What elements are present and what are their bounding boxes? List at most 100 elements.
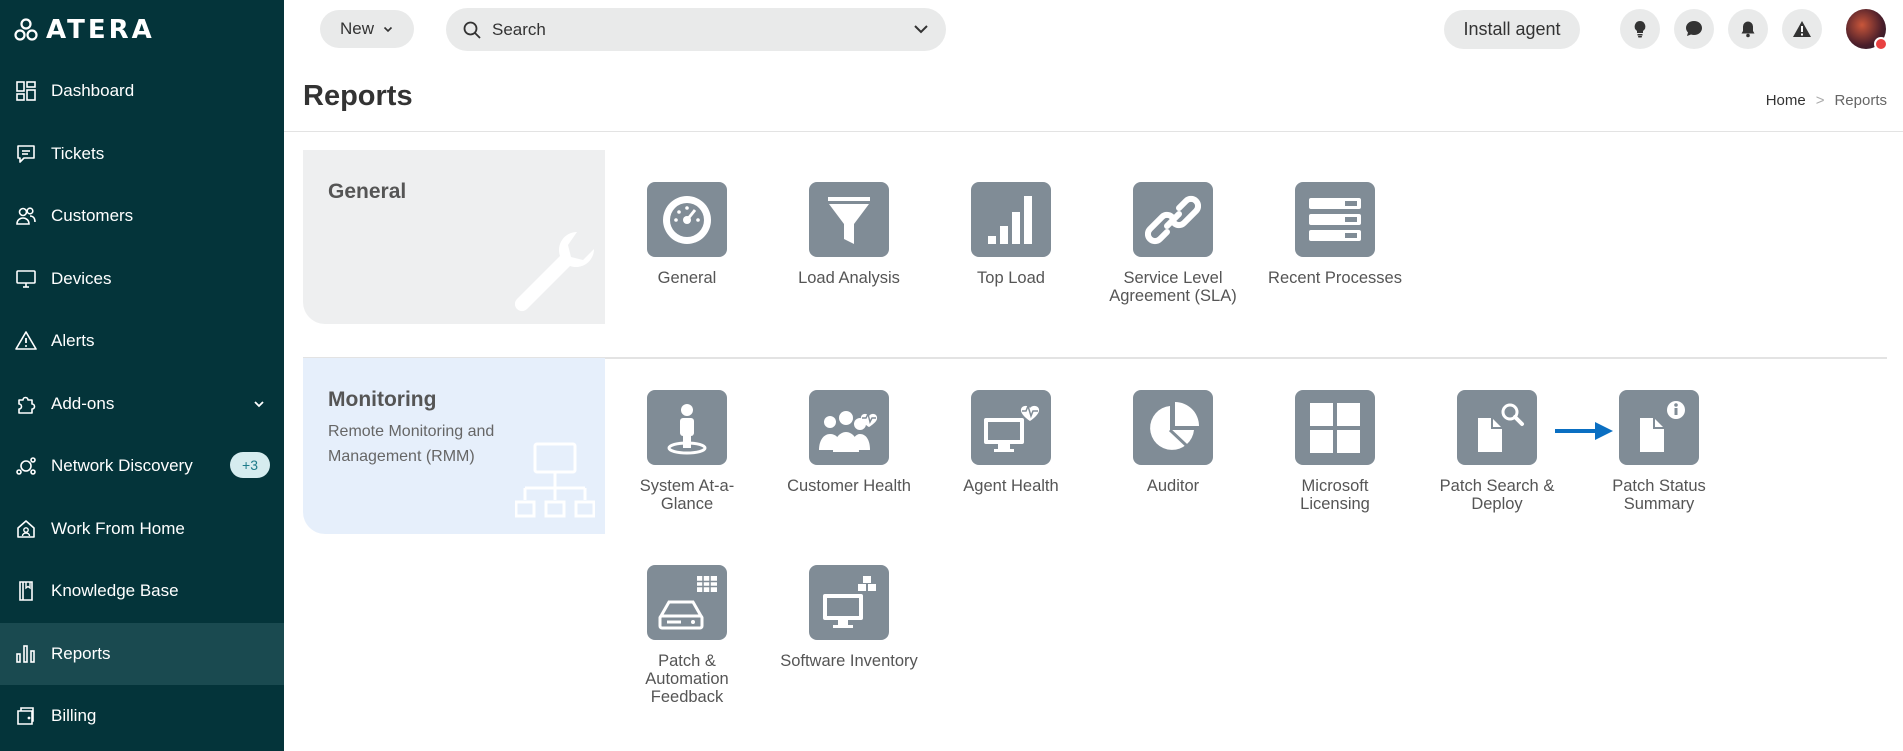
bell-icon	[1741, 21, 1755, 38]
report-microsoft-licensing[interactable]: Microsoft Licensing	[1265, 390, 1405, 513]
lightbulb-icon	[1634, 21, 1646, 38]
new-button-label: New	[339, 19, 374, 38]
report-tile	[1619, 390, 1699, 465]
sidebar-item-label: Tickets	[51, 143, 105, 163]
sidebar-item-label: Alerts	[51, 331, 95, 351]
install-agent-button[interactable]: Install agent	[1444, 10, 1580, 49]
report-sla[interactable]: Service Level Agreement (SLA)	[1103, 182, 1243, 305]
section-card-monitoring: Monitoring Remote Monitoring and Managem…	[303, 358, 605, 534]
report-label: Service Level Agreement (SLA)	[1109, 269, 1237, 305]
report-label: System At-a-Glance	[639, 477, 735, 513]
lightbulb-button[interactable]	[1620, 9, 1660, 49]
search-bar[interactable]	[446, 8, 946, 51]
filter-icon	[828, 196, 870, 244]
sidebar: ATERA Dashboard Tickets Customers Device…	[0, 0, 284, 751]
report-customer-health[interactable]: Customer Health	[779, 390, 919, 495]
server-list-icon	[1309, 197, 1361, 241]
sidebar-item-dashboard[interactable]: Dashboard	[0, 60, 284, 123]
bar-chart-icon	[988, 195, 1032, 244]
group-heart-icon	[819, 410, 878, 452]
sidebar-item-work-from-home[interactable]: Work From Home	[0, 498, 284, 561]
atera-logo-icon	[14, 18, 38, 41]
report-auditor[interactable]: Auditor	[1103, 390, 1243, 495]
arrow-right-icon	[1555, 422, 1613, 440]
atera-logo[interactable]: ATERA	[14, 15, 155, 45]
sidebar-item-label: Network Discovery	[51, 456, 193, 476]
report-label: Recent Processes	[1268, 269, 1402, 287]
breadcrumb-home[interactable]: Home	[1766, 92, 1806, 109]
search-input[interactable]	[492, 19, 892, 40]
home-icon	[15, 518, 37, 540]
sidebar-item-customers[interactable]: Customers	[0, 185, 284, 248]
section-subtitle: Remote Monitoring and Management (RMM)	[328, 423, 495, 465]
sidebar-item-alerts[interactable]: Alerts	[0, 310, 284, 373]
report-load-analysis[interactable]: Load Analysis	[779, 182, 919, 287]
chevron-down-icon	[383, 26, 393, 33]
report-tile	[647, 390, 727, 465]
customers-icon	[15, 205, 37, 227]
sidebar-item-knowledge-base[interactable]: Knowledge Base	[0, 560, 284, 623]
alerts-button[interactable]	[1782, 9, 1822, 49]
chevron-down-icon[interactable]	[252, 397, 266, 411]
sidebar-item-label: Customers	[51, 206, 134, 226]
sidebar-item-devices[interactable]: Devices	[0, 248, 284, 311]
report-top-load[interactable]: Top Load	[941, 182, 1081, 287]
report-label: Load Analysis	[798, 269, 900, 287]
report-tile	[809, 182, 889, 257]
report-label: General	[657, 269, 717, 287]
report-tile	[971, 182, 1051, 257]
reports-icon	[15, 643, 37, 665]
report-label: Customer Health	[787, 477, 911, 495]
document-info-icon	[1640, 400, 1685, 452]
sidebar-item-tickets[interactable]: Tickets	[0, 123, 284, 186]
new-button[interactable]: New	[320, 10, 414, 48]
chat-button[interactable]	[1674, 9, 1714, 49]
report-tile	[1133, 390, 1213, 465]
network-icon	[515, 442, 595, 518]
notifications-button[interactable]	[1728, 9, 1768, 49]
windows-icon	[1310, 402, 1360, 453]
report-recent-processes[interactable]: Recent Processes	[1265, 182, 1405, 287]
pie-chart-icon	[1150, 401, 1199, 450]
sidebar-item-label: Billing	[51, 706, 97, 726]
report-tile	[1295, 182, 1375, 257]
header-divider	[284, 131, 1903, 132]
gauge-icon	[663, 195, 711, 244]
report-tile	[647, 565, 727, 640]
alerts-icon	[15, 330, 37, 352]
monitor-boxes-icon	[823, 575, 876, 628]
sidebar-item-label: Add-ons	[51, 393, 115, 413]
tickets-icon	[15, 143, 37, 165]
chevron-down-icon[interactable]	[912, 20, 930, 38]
report-label: Microsoft Licensing	[1300, 477, 1370, 513]
report-label: Patch Status Summary	[1612, 477, 1706, 513]
sidebar-item-billing[interactable]: Billing	[0, 685, 284, 748]
report-tile	[809, 390, 889, 465]
dashboard-icon	[15, 80, 37, 102]
section-title: Monitoring	[328, 388, 437, 411]
report-tile	[1295, 390, 1375, 465]
sidebar-item-reports[interactable]: Reports	[0, 622, 284, 685]
report-agent-health[interactable]: Agent Health	[941, 390, 1081, 495]
sidebar-item-addons[interactable]: Add-ons	[0, 373, 284, 436]
addons-icon	[15, 393, 37, 415]
report-general[interactable]: General	[617, 182, 757, 287]
report-tile	[971, 390, 1051, 465]
drive-grid-icon	[658, 575, 717, 629]
user-avatar[interactable]	[1846, 9, 1888, 51]
page-title: Reports	[303, 80, 413, 112]
sidebar-item-label: Knowledge Base	[51, 581, 179, 601]
report-label: Agent Health	[963, 477, 1059, 495]
report-software-inventory[interactable]: Software Inventory	[779, 565, 919, 670]
report-label: Patch & Automation Feedback	[645, 652, 729, 706]
report-patch-automation-feedback[interactable]: Patch & Automation Feedback	[617, 565, 757, 706]
topbar: New Install agent	[284, 0, 1903, 58]
report-patch-status-summary[interactable]: Patch Status Summary	[1589, 390, 1729, 513]
report-label: Auditor	[1146, 477, 1200, 495]
search-icon	[463, 21, 481, 39]
report-system-at-a-glance[interactable]: System At-a-Glance	[617, 390, 757, 513]
logo-text: ATERA	[46, 15, 155, 45]
report-patch-search-deploy[interactable]: Patch Search & Deploy	[1427, 390, 1567, 513]
report-tile	[1457, 390, 1537, 465]
sidebar-item-network-discovery[interactable]: Network Discovery +3	[0, 435, 284, 498]
